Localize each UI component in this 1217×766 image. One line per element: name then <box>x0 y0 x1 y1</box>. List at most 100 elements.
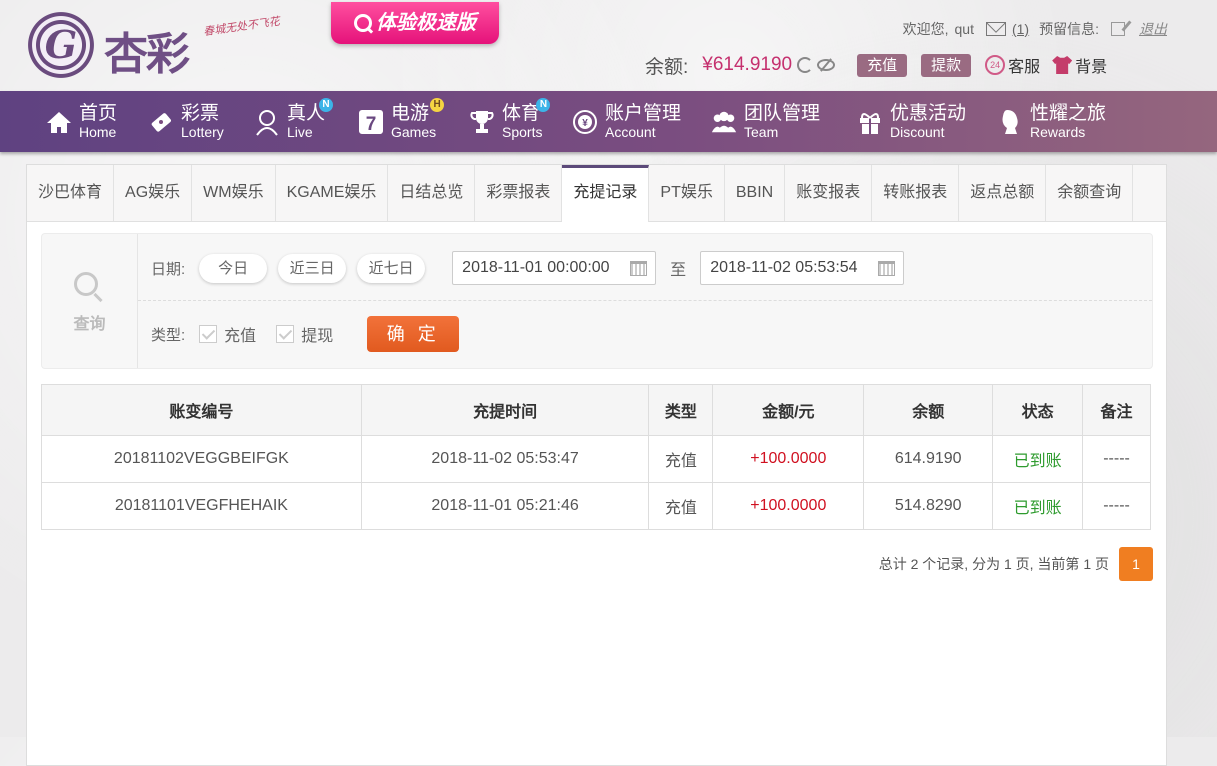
date-label: 日期: <box>151 260 186 278</box>
nav-item-home[interactable]: 首页 Home <box>45 91 117 152</box>
hide-balance-icon[interactable] <box>817 59 836 71</box>
nav-label-en: Discount <box>890 124 945 140</box>
ticket-icon <box>147 108 175 136</box>
home-icon <box>45 108 73 136</box>
nav-label-en: Team <box>744 124 779 140</box>
nav-item-team[interactable]: 团队管理 Team <box>710 91 820 152</box>
tab-balance-query[interactable]: 余额查询 <box>1046 165 1134 221</box>
nav-item-account[interactable]: ¥ 账户管理 Account <box>571 91 681 152</box>
background-switch[interactable]: 背景 <box>1052 53 1107 77</box>
hot-badge: H <box>430 98 445 112</box>
search-icon <box>354 14 372 32</box>
pagination-summary: 总计 2 个记录, 分为 1 页, 当前第 1 页 <box>878 556 1109 572</box>
slot-icon: 7 <box>357 108 385 136</box>
username: qut <box>954 21 974 37</box>
column-header: 账变编号 <box>41 384 362 436</box>
today-button[interactable]: 今日 <box>199 253 268 283</box>
nav-label-cn: 彩票 <box>181 103 220 124</box>
customer-service-link[interactable]: 24 客服 <box>985 53 1040 77</box>
shirt-icon <box>1052 56 1073 74</box>
column-header: 充提时间 <box>360 384 650 436</box>
nav-item-rewards[interactable]: 性耀之旅 Rewards <box>996 91 1106 152</box>
withdraw-checkbox[interactable]: 提现 <box>276 322 333 346</box>
transaction-balance: 614.9190 <box>863 435 994 483</box>
gift-icon <box>856 108 884 136</box>
tab-wm[interactable]: WM娱乐 <box>192 165 276 221</box>
transaction-type: 充值 <box>648 435 714 483</box>
nav-label-en: Account <box>605 124 656 140</box>
withdraw-button[interactable]: 提款 <box>921 53 972 77</box>
column-header: 金额/元 <box>712 384 865 436</box>
logout-link[interactable]: 退出 <box>1139 19 1167 39</box>
nav-label-cn: 性耀之旅 <box>1030 103 1107 124</box>
new-badge: N <box>319 98 334 112</box>
deposit-button[interactable]: 充值 <box>857 53 908 77</box>
tab-bbin[interactable]: BBIN <box>725 165 786 221</box>
user-bar: 欢迎您, qut (1) 预留信息: 退出 <box>903 18 1167 40</box>
deposit-checkbox[interactable]: 充值 <box>199 322 256 346</box>
dealer-icon <box>253 108 281 136</box>
slogan: 春城无处不飞花 <box>202 15 281 39</box>
svg-text:¥: ¥ <box>582 118 588 129</box>
query-button[interactable]: 查询 <box>42 234 138 368</box>
transaction-type: 充值 <box>648 482 714 530</box>
transaction-amount: +100.0000 <box>712 482 865 530</box>
tab-pt[interactable]: PT娱乐 <box>649 165 725 221</box>
nav-label-en: Sports <box>502 124 543 140</box>
divider <box>138 300 1152 301</box>
tab-daily-overview[interactable]: 日结总览 <box>388 165 476 221</box>
promo-label: 体验极速版 <box>376 12 476 34</box>
welcome-text: 欢迎您, <box>902 21 949 37</box>
nav-item-sports[interactable]: 体育 Sports N <box>468 91 551 152</box>
end-date-field[interactable]: 2018-11-02 05:53:54 <box>700 251 905 285</box>
edit-icon[interactable] <box>1111 22 1125 36</box>
nav-item-live[interactable]: 真人 Live N <box>253 91 334 152</box>
site-logo[interactable]: G 杏彩 <box>26 10 196 82</box>
calendar-icon[interactable] <box>878 261 896 276</box>
nav-label-en: Rewards <box>1030 124 1086 140</box>
last-3-days-button[interactable]: 近三日 <box>278 253 347 283</box>
transaction-note: ----- <box>1082 482 1151 530</box>
tab-saba-sports[interactable]: 沙巴体育 <box>27 165 115 221</box>
rewards-icon <box>996 108 1024 136</box>
nav-item-games[interactable]: 7 电游 Games H <box>357 91 445 152</box>
header: G 杏彩 春城无处不飞花 体验极速版 欢迎您, qut (1) 预留信息: 退出… <box>0 0 1217 91</box>
tab-deposit-withdraw-records[interactable]: 充提记录 <box>562 165 650 222</box>
nav-item-discount[interactable]: 优惠活动 Discount <box>856 91 966 152</box>
filter-box: 查询 日期: 今日 近三日 近七日 2018-11-01 00:00:00 至 … <box>41 233 1153 369</box>
last-7-days-button[interactable]: 近七日 <box>357 253 426 283</box>
pagination: 总计 2 个记录, 分为 1 页, 当前第 1 页 1 <box>879 547 1153 581</box>
page-button-1[interactable]: 1 <box>1119 547 1153 581</box>
status-badge: 已到账 <box>992 435 1084 483</box>
balance-bar: 余额: ¥614.9190 充值 提款 24 客服 背景 <box>645 52 1107 78</box>
refresh-icon[interactable] <box>797 57 814 73</box>
nav-label-cn: 团队管理 <box>744 103 821 124</box>
message-count[interactable]: (1) <box>1012 21 1029 37</box>
transaction-time: 2018-11-01 05:21:46 <box>360 482 650 530</box>
nav-label-en: Games <box>391 124 437 140</box>
column-header: 备注 <box>1082 384 1151 436</box>
transaction-note: ----- <box>1082 435 1151 483</box>
tab-account-change-report[interactable]: 账变报表 <box>785 165 873 221</box>
tab-kgame[interactable]: KGAME娱乐 <box>276 165 389 221</box>
checkbox-icon <box>276 325 295 343</box>
nav-item-lottery[interactable]: 彩票 Lottery <box>147 91 224 152</box>
logo-text: 杏彩 <box>104 29 190 80</box>
transaction-id: 20181101VEGFHEHAIK <box>41 482 362 530</box>
records-table: 账变编号 充提时间 类型 金额/元 余额 状态 备注 20181102VEGGB… <box>41 384 1151 530</box>
tab-lottery-report[interactable]: 彩票报表 <box>475 165 563 221</box>
mail-icon[interactable] <box>985 22 1006 36</box>
start-date-field[interactable]: 2018-11-01 00:00:00 <box>452 251 657 285</box>
status-badge: 已到账 <box>992 482 1084 530</box>
table-row: 20181101VEGFHEHAIK 2018-11-01 05:21:46 充… <box>41 482 1151 530</box>
speed-version-banner[interactable]: 体验极速版 <box>331 2 499 44</box>
tab-transfer-report[interactable]: 转账报表 <box>872 165 960 221</box>
confirm-button[interactable]: 确 定 <box>367 316 460 352</box>
tab-ag[interactable]: AG娱乐 <box>114 165 193 221</box>
svg-text:7: 7 <box>366 114 377 135</box>
calendar-icon[interactable] <box>630 261 648 276</box>
report-tabs: 沙巴体育 AG娱乐 WM娱乐 KGAME娱乐 日结总览 彩票报表 充提记录 PT… <box>27 165 1166 222</box>
coin-icon: ¥ <box>571 108 599 136</box>
end-date-value: 2018-11-02 05:53:54 <box>710 259 858 276</box>
tab-rebate-total[interactable]: 返点总额 <box>959 165 1047 221</box>
